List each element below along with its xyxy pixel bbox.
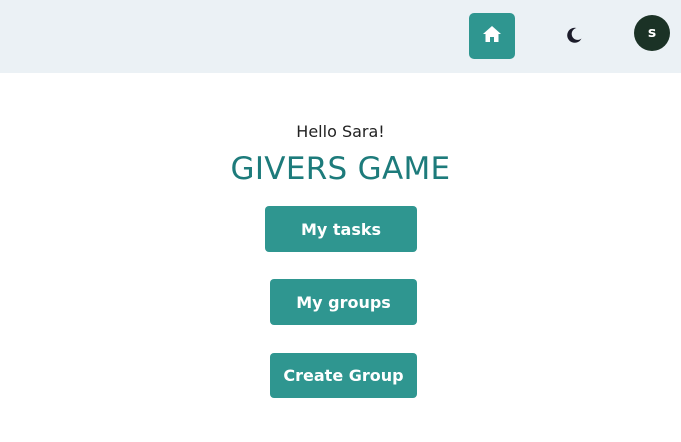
my-tasks-button[interactable]: My tasks — [265, 206, 417, 252]
my-tasks-label: My tasks — [300, 219, 382, 239]
greeting-text: Hello Sara! — [296, 122, 385, 141]
create-group-label: Create Group — [283, 366, 404, 385]
home-icon — [482, 25, 502, 47]
my-groups-button[interactable]: My groups — [270, 279, 417, 325]
user-avatar[interactable]: s — [634, 15, 670, 51]
avatar-initial: s — [647, 25, 657, 41]
home-button[interactable] — [469, 13, 515, 59]
theme-toggle-button[interactable] — [561, 24, 587, 50]
top-nav-bar: s — [0, 0, 681, 73]
moon-icon — [565, 26, 583, 48]
page-title: GIVERS GAME — [230, 151, 451, 187]
create-group-button[interactable]: Create Group — [270, 353, 417, 398]
my-groups-label: My groups — [296, 292, 391, 312]
